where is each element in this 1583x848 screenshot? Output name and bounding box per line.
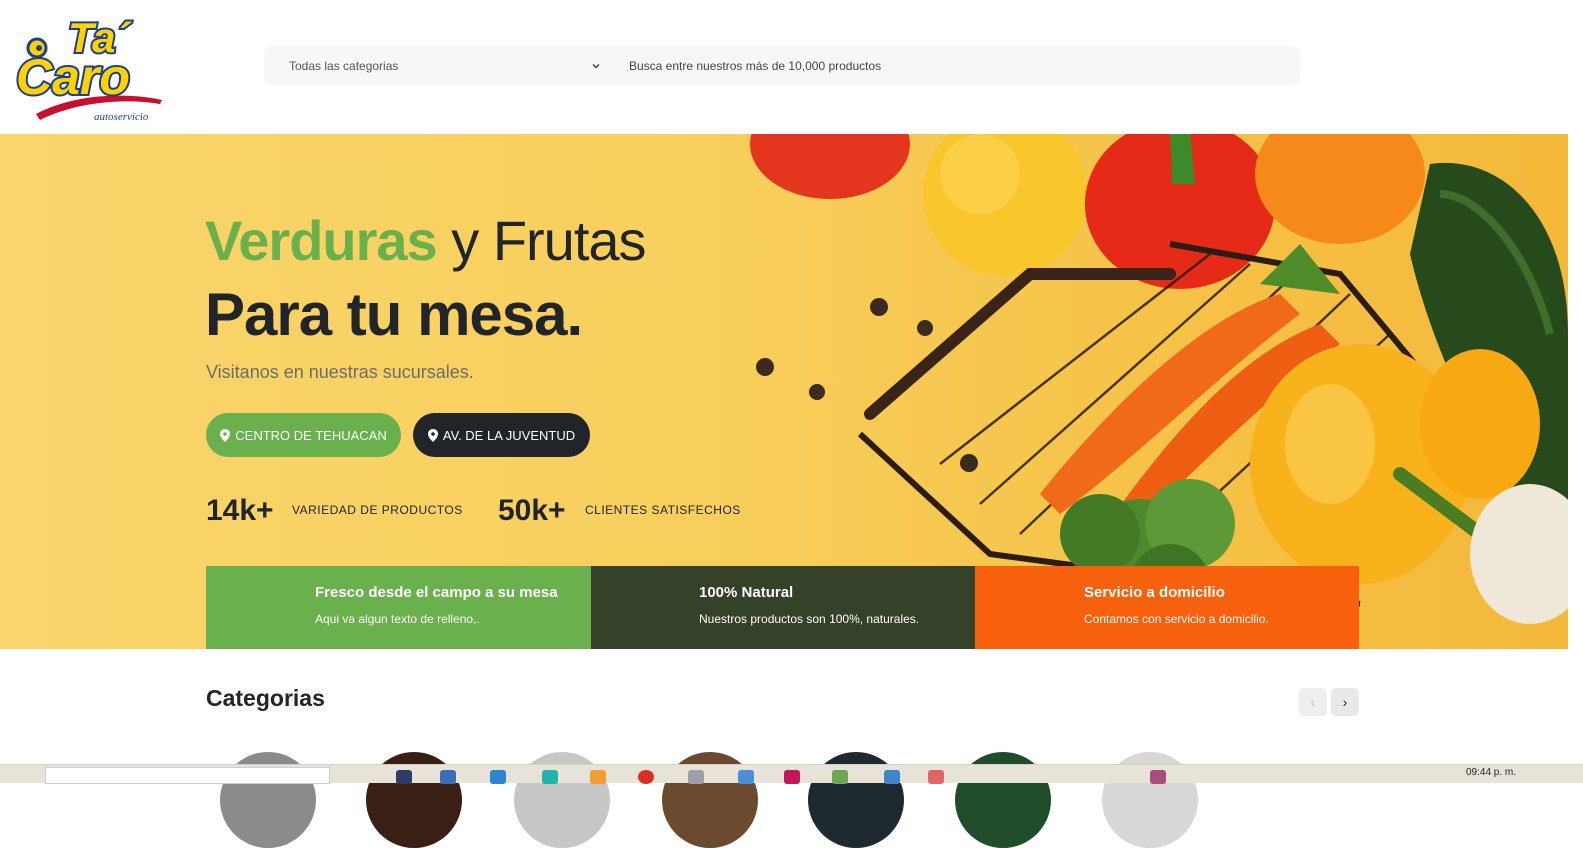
search-input[interactable] bbox=[609, 58, 1300, 73]
feature-fresh: Fresco desde el campo a su mesa Aqui va … bbox=[206, 566, 591, 649]
site-header: Ta´ Caro autoservicio Todas las categori… bbox=[0, 0, 1583, 134]
map-pin-icon bbox=[427, 428, 438, 442]
feature-fresh-text: Aqui va algun texto de relleno,. bbox=[315, 612, 480, 626]
carousel-prev-button[interactable]: ‹ bbox=[1299, 688, 1327, 716]
os-taskbar: 09:44 p. m. bbox=[0, 764, 1583, 784]
stat-clients-label: CLIENTES SATISFECHOS bbox=[585, 503, 741, 517]
hero-title-line2: Para tu mesa. bbox=[205, 281, 583, 348]
taskbar-app-icon[interactable] bbox=[396, 770, 412, 784]
branch-centro-label: CENTRO DE TEHUACAN bbox=[235, 427, 387, 443]
taskbar-app-icon[interactable] bbox=[638, 770, 654, 784]
taskbar-app-icon[interactable] bbox=[490, 770, 506, 784]
category-carousel bbox=[0, 752, 1583, 848]
branch-juventud-label: AV. DE LA JUVENTUD bbox=[442, 427, 576, 443]
taskbar-app-icon[interactable] bbox=[928, 770, 944, 784]
taskbar-app-icon[interactable] bbox=[688, 770, 704, 784]
hero-title-highlight: Verduras bbox=[205, 209, 438, 272]
categories-heading: Categorias bbox=[206, 685, 325, 711]
taskbar-app-icon[interactable] bbox=[738, 770, 754, 784]
branch-centro-button[interactable]: CENTRO DE TEHUACAN bbox=[206, 413, 401, 457]
feature-natural: 100% Natural Nuestros productos son 100%… bbox=[591, 566, 975, 649]
feature-delivery-text: Contamos con servicio a domicilio. bbox=[1084, 612, 1269, 626]
taskbar-app-icon[interactable] bbox=[590, 770, 606, 784]
taskbar-app-icon[interactable] bbox=[784, 770, 800, 784]
hero-banner: Verduras y Frutas Para tu mesa. Visitano… bbox=[0, 134, 1568, 649]
stat-products-label: VARIEDAD DE PRODUCTOS bbox=[292, 503, 463, 517]
hero-title-rest: y Frutas bbox=[436, 209, 646, 272]
taskbar-clock: 09:44 p. m. bbox=[1466, 767, 1517, 778]
taskbar-app-icon[interactable] bbox=[542, 770, 558, 784]
chevron-left-icon: ‹ bbox=[1310, 694, 1316, 710]
feature-delivery: Servicio a domicilio Contamos con servic… bbox=[975, 566, 1359, 649]
hero-subtitle: Visitanos en nuestras sucursales. bbox=[206, 362, 474, 382]
chevron-down-icon bbox=[592, 63, 600, 68]
brand-logo[interactable]: Ta´ Caro autoservicio bbox=[14, 8, 164, 126]
stat-products-value: 14k+ bbox=[206, 494, 274, 527]
map-pin-icon bbox=[220, 428, 231, 442]
taskbar-app-icon[interactable] bbox=[440, 770, 456, 784]
feature-fresh-title: Fresco desde el campo a su mesa bbox=[315, 584, 558, 601]
search-bar: Todas las categorias bbox=[264, 46, 1300, 85]
category-select[interactable]: Todas las categorias bbox=[264, 59, 609, 73]
feature-natural-text: Nuestros productos son 100%, naturales. bbox=[699, 612, 920, 626]
brand-tagline: autoservicio bbox=[94, 111, 149, 123]
feature-natural-title: 100% Natural bbox=[699, 584, 794, 601]
stat-clients-value: 50k+ bbox=[498, 494, 566, 527]
hero-title-line1: Verduras y Frutas bbox=[205, 208, 647, 273]
carousel-next-button[interactable]: › bbox=[1331, 688, 1359, 716]
taskbar-app-icon[interactable] bbox=[884, 770, 900, 784]
taskbar-app-icon[interactable] bbox=[832, 770, 848, 784]
chevron-right-icon: › bbox=[1342, 694, 1348, 710]
category-select-value: Todas las categorias bbox=[289, 58, 399, 73]
taskbar-search-box[interactable] bbox=[45, 767, 330, 784]
taskbar-app-icon[interactable] bbox=[1150, 770, 1166, 784]
feature-delivery-title: Servicio a domicilio bbox=[1084, 584, 1225, 601]
branch-juventud-button[interactable]: AV. DE LA JUVENTUD bbox=[413, 413, 590, 457]
